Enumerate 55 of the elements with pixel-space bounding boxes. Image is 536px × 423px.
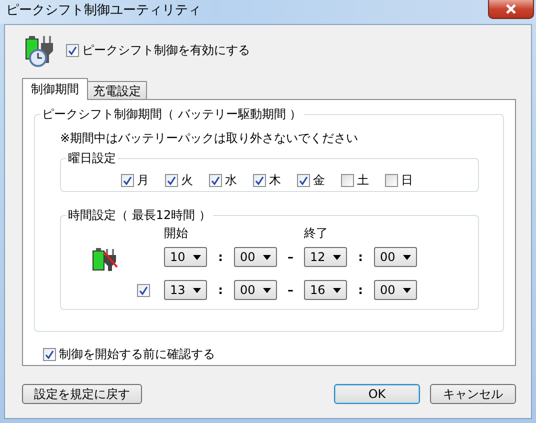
checkmark-icon bbox=[255, 176, 264, 185]
group-title: 曜日設定 bbox=[66, 151, 118, 166]
time-dropdown[interactable]: 13 bbox=[164, 280, 207, 300]
caret-icon bbox=[403, 254, 411, 260]
caret-icon bbox=[403, 288, 411, 292]
time-dropdown[interactable]: 00 bbox=[234, 247, 277, 267]
day-checkbox[interactable]: 火 bbox=[165, 172, 193, 189]
day-checkbox[interactable]: 金 bbox=[297, 172, 325, 189]
time-dropdown[interactable]: 10 bbox=[164, 247, 207, 267]
window-title: ピークシフト制御ユーティリティ bbox=[6, 2, 201, 20]
colon: : bbox=[217, 250, 224, 264]
checkmark-icon bbox=[123, 176, 132, 185]
dash: – bbox=[286, 250, 294, 264]
time-dropdown[interactable]: 00 bbox=[234, 280, 277, 300]
caret-icon bbox=[193, 288, 201, 292]
colon: : bbox=[217, 283, 224, 297]
close-button[interactable] bbox=[488, 0, 534, 19]
checkmark-icon bbox=[139, 286, 148, 294]
day-checkbox[interactable]: 木 bbox=[253, 172, 281, 189]
day-checkbox[interactable]: 土 bbox=[341, 172, 369, 189]
group-title: ピークシフト制御期間（ バッテリー駆動期間 ） bbox=[40, 107, 304, 122]
checkmark-icon bbox=[211, 176, 220, 185]
time-dropdown[interactable]: 12 bbox=[304, 247, 347, 267]
tab[interactable]: 充電設定 bbox=[87, 81, 147, 99]
tab[interactable]: 制御期間 bbox=[22, 78, 88, 100]
checkmark-icon bbox=[68, 46, 77, 54]
confirm-checkbox[interactable]: 制御を開始する前に確認する bbox=[43, 346, 504, 363]
day-checkbox[interactable]: 日 bbox=[385, 172, 413, 189]
end-label: 終了 bbox=[304, 226, 329, 240]
caret-icon bbox=[193, 254, 201, 260]
checkmark-icon bbox=[167, 176, 176, 185]
checkmark-icon bbox=[299, 176, 308, 185]
ok-button[interactable]: OK bbox=[334, 384, 420, 404]
battery-unplugged-icon bbox=[92, 246, 118, 272]
time-dropdown[interactable]: 00 bbox=[374, 247, 417, 267]
caret-icon bbox=[263, 288, 271, 292]
day-checkbox[interactable]: 月 bbox=[121, 172, 149, 189]
checkmark-icon bbox=[45, 350, 54, 359]
close-icon bbox=[505, 4, 517, 14]
range-checkbox[interactable] bbox=[137, 284, 150, 296]
start-label: 開始 bbox=[164, 226, 189, 240]
note-text: ※期間中はバッテリーパックは取り外さないでください bbox=[60, 131, 360, 146]
time-dropdown[interactable]: 16 bbox=[304, 280, 347, 300]
enable-checkbox[interactable]: ピークシフト制御を有効にする bbox=[66, 42, 250, 58]
group-title: 時間設定（ 最長12時間 ） bbox=[66, 208, 213, 223]
cancel-button[interactable]: キャンセル bbox=[430, 384, 516, 404]
colon: : bbox=[357, 283, 364, 297]
dash: – bbox=[286, 283, 294, 297]
day-checkbox[interactable]: 水 bbox=[209, 172, 237, 189]
colon: : bbox=[357, 250, 364, 264]
caret-icon bbox=[333, 288, 341, 292]
caret-icon bbox=[263, 254, 271, 260]
caret-icon bbox=[333, 254, 341, 260]
reset-button[interactable]: 設定を規定に戻す bbox=[22, 384, 142, 404]
time-dropdown[interactable]: 00 bbox=[374, 280, 417, 300]
